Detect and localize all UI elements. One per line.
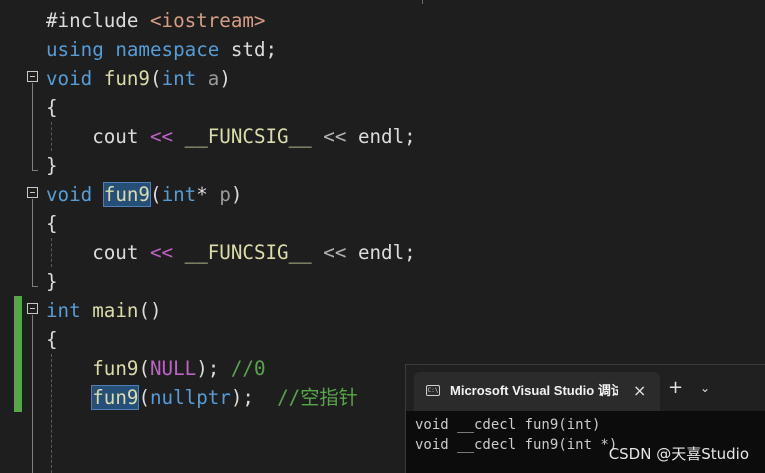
code-token: ( — [138, 357, 150, 380]
code-token: ) — [219, 67, 231, 90]
code-token: { — [46, 212, 58, 235]
code-token: () — [138, 299, 162, 322]
code-line: #include <iostream> — [46, 6, 266, 35]
code-token: using — [46, 38, 104, 61]
close-icon[interactable]: × — [633, 380, 646, 402]
highlighted-symbol: fun9 — [102, 182, 152, 207]
fold-line — [32, 199, 33, 286]
code-token: fun9 — [103, 67, 150, 90]
code-token: } — [46, 270, 58, 293]
code-token: } — [46, 154, 58, 177]
code-token: fun9 — [92, 357, 139, 380]
change-indicator — [14, 296, 22, 412]
code-token: ) — [230, 183, 243, 206]
code-token: * — [196, 183, 220, 206]
console-tab-bar: C:\ Microsoft Visual Studio 调试控制台 × + ⌄ — [406, 365, 765, 411]
code-line: using namespace std; — [46, 35, 277, 64]
code-token: int — [161, 67, 197, 90]
code-token: NULL — [150, 357, 197, 380]
code-token: ( — [138, 386, 150, 409]
scroll-marker — [422, 0, 423, 4]
fold-line — [32, 83, 33, 170]
code-token: ); — [230, 386, 278, 409]
code-line: } — [46, 267, 58, 296]
code-token: << — [149, 241, 174, 264]
code-token: a — [207, 67, 220, 90]
code-token: cout — [46, 241, 150, 264]
code-token: nullptr — [150, 386, 231, 409]
code-token: void — [46, 183, 93, 206]
code-token: namespace — [115, 38, 220, 61]
code-token: { — [46, 328, 58, 351]
code-line: void fun9(int* p) — [46, 180, 242, 209]
code-token: int — [46, 299, 81, 322]
code-token: //0 — [230, 357, 266, 380]
code-token: main — [92, 299, 139, 322]
fold-toggle-icon[interactable] — [27, 187, 38, 198]
terminal-icon: C:\ — [426, 385, 440, 396]
watermark: CSDN @天喜Studio — [608, 445, 749, 463]
code-token: << — [323, 125, 347, 148]
code-token: #include — [46, 9, 150, 32]
code-token: cout — [46, 125, 150, 148]
code-token: <iostream> — [149, 9, 266, 32]
code-line: cout << __FUNCSIG__ << endl; — [46, 238, 416, 267]
code-token: void — [46, 67, 93, 90]
code-token: p — [219, 183, 231, 206]
fold-line — [32, 315, 33, 473]
console-output-line: void __cdecl fun9(int) — [415, 417, 601, 433]
code-token: __FUNCSIG__ — [184, 125, 312, 148]
code-line: fun9(nullptr); //空指针 — [46, 383, 358, 412]
fold-toggle-icon[interactable] — [27, 303, 38, 314]
new-tab-icon[interactable]: + — [668, 377, 683, 399]
code-line: } — [46, 151, 58, 180]
code-line: { — [46, 209, 58, 238]
code-token: //空指针 — [277, 386, 358, 409]
fold-end — [32, 286, 38, 287]
highlighted-symbol: fun9 — [91, 385, 140, 410]
code-line: int main() — [46, 296, 162, 325]
code-token: << — [149, 125, 174, 148]
code-line: { — [46, 93, 58, 122]
code-line: cout << __FUNCSIG__ << endl; — [46, 122, 416, 151]
console-title: Microsoft Visual Studio 调试控制台 — [450, 383, 618, 398]
chevron-down-icon[interactable]: ⌄ — [700, 377, 710, 399]
code-line: { — [46, 325, 58, 354]
code-token: endl; — [346, 125, 416, 148]
code-token: __FUNCSIG__ — [184, 241, 312, 264]
code-token: ( — [150, 67, 162, 90]
fold-end — [32, 170, 38, 171]
code-token: std; — [219, 38, 278, 61]
code-token: int — [161, 183, 197, 206]
code-line: fun9(NULL); //0 — [46, 354, 266, 383]
code-token: << — [323, 241, 347, 264]
console-tab[interactable]: C:\ Microsoft Visual Studio 调试控制台 × — [414, 372, 660, 411]
code-token: endl; — [346, 241, 416, 264]
fold-toggle-icon[interactable] — [27, 71, 38, 82]
code-token: { — [46, 96, 58, 119]
code-token: ( — [150, 183, 162, 206]
code-token: ); — [196, 357, 231, 380]
code-line: void fun9(int a) — [46, 64, 231, 93]
